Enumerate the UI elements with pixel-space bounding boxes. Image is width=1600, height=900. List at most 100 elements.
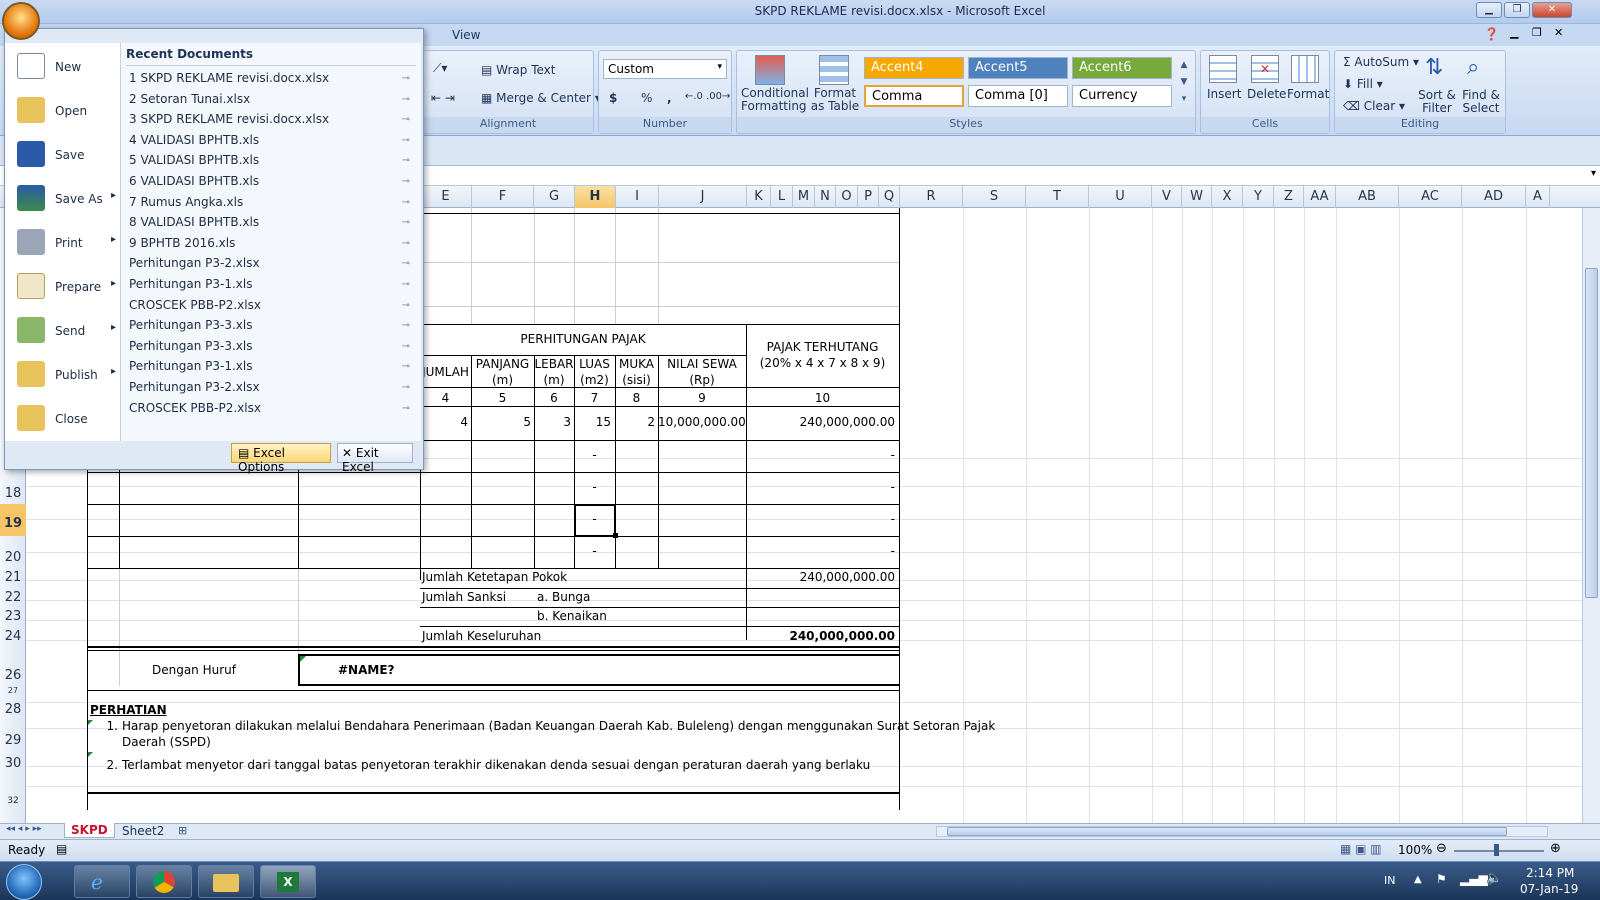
ribbon-close-icon[interactable]: ✕: [1554, 26, 1563, 39]
col-header-o[interactable]: O: [836, 186, 858, 208]
delete-button[interactable]: Delete: [1247, 87, 1286, 101]
pin-icon[interactable]: ⊸: [402, 361, 410, 372]
menu-item-save-as[interactable]: Save As ▸: [11, 179, 121, 219]
pin-icon[interactable]: ⊸: [402, 258, 410, 269]
cell-lebar[interactable]: 3: [534, 415, 571, 429]
horizontal-scrollbar[interactable]: [936, 826, 1548, 837]
recent-document-item[interactable]: Perhitungan P3-3.xls ⊸: [129, 318, 414, 338]
expand-formula-icon[interactable]: ▾: [1591, 168, 1596, 179]
format-as-table-button[interactable]: Format as Table: [807, 87, 863, 113]
taskbar-chrome[interactable]: [136, 865, 192, 898]
pin-icon[interactable]: ⊸: [402, 217, 410, 228]
recent-document-item[interactable]: Perhitungan P3-2.xlsx ⊸: [129, 380, 414, 400]
ribbon-restore-icon[interactable]: ❐: [1532, 26, 1542, 39]
col-header-ab[interactable]: AB: [1336, 186, 1399, 208]
row-header-22[interactable]: 22: [0, 590, 26, 608]
col-header-u[interactable]: U: [1089, 186, 1152, 208]
language-indicator[interactable]: IN: [1384, 874, 1395, 887]
pin-icon[interactable]: ⊸: [402, 279, 410, 290]
style-currency[interactable]: Currency: [1072, 85, 1172, 107]
pin-icon[interactable]: ⊸: [402, 94, 410, 105]
pin-icon[interactable]: ⊸: [402, 155, 410, 166]
taskbar-excel[interactable]: X: [260, 865, 316, 898]
col-header-f[interactable]: F: [472, 186, 534, 208]
cell-luas-dash[interactable]: -: [574, 480, 615, 494]
col-header-ad[interactable]: AD: [1462, 186, 1526, 208]
row-header-28[interactable]: 28: [0, 702, 26, 720]
col-header-h[interactable]: H: [575, 186, 616, 208]
menu-item-publish[interactable]: Publish ▸: [11, 355, 121, 395]
col-header-q[interactable]: Q: [879, 186, 900, 208]
network-icon[interactable]: ▂▄▆: [1460, 872, 1488, 886]
pin-icon[interactable]: ⊸: [402, 114, 410, 125]
excel-options-button[interactable]: ▤ Excel Options: [231, 443, 331, 474]
recent-document-item[interactable]: Perhitungan P3-2.xlsx ⊸: [129, 256, 414, 276]
conditional-formatting-button[interactable]: Conditional Formatting: [741, 87, 809, 113]
minimize-button[interactable]: ▁: [1476, 2, 1502, 18]
clock-time[interactable]: 2:14 PM: [1526, 866, 1574, 880]
col-header-x[interactable]: X: [1212, 186, 1243, 208]
comma-format-button[interactable]: ,: [667, 91, 672, 105]
recent-document-item[interactable]: 4 VALIDASI BPHTB.xls ⊸: [129, 133, 414, 153]
col-header-p[interactable]: P: [858, 186, 879, 208]
merge-center-button[interactable]: ▦ Merge & Center ▾: [481, 91, 601, 105]
cell-pajak-dash[interactable]: -: [746, 448, 895, 462]
jumlah-keseluruhan-value[interactable]: 240,000,000.00: [746, 629, 895, 643]
col-header-l[interactable]: L: [771, 186, 793, 208]
horizontal-scroll-thumb[interactable]: [947, 827, 1507, 836]
row-header-20[interactable]: 20: [0, 550, 26, 568]
pin-icon[interactable]: ⊸: [402, 403, 410, 414]
sort-filter-button[interactable]: Sort & Filter: [1415, 89, 1459, 115]
fill-button[interactable]: ⬇ Fill ▾: [1343, 77, 1383, 91]
col-header-v[interactable]: V: [1152, 186, 1182, 208]
col-header-t[interactable]: T: [1026, 186, 1089, 208]
vertical-scroll-thumb[interactable]: [1585, 268, 1598, 598]
format-button[interactable]: Format: [1287, 87, 1329, 101]
zoom-out-icon[interactable]: ⊖: [1436, 841, 1447, 856]
row-header-18[interactable]: 18: [0, 486, 26, 504]
pin-icon[interactable]: ⊸: [402, 135, 410, 146]
pin-icon[interactable]: ⊸: [402, 382, 410, 393]
indent-icon[interactable]: ⇤ ⇥: [431, 91, 455, 105]
view-layout-icons[interactable]: ▦ ▣ ▥: [1340, 842, 1382, 856]
macro-record-icon[interactable]: ▤: [56, 842, 67, 856]
recent-document-item[interactable]: Perhitungan P3-1.xls ⊸: [129, 359, 414, 379]
col-header-y[interactable]: Y: [1243, 186, 1274, 208]
col-header-aa[interactable]: AA: [1304, 186, 1336, 208]
style-accent6[interactable]: Accent6: [1072, 57, 1172, 79]
zoom-level[interactable]: 100%: [1398, 843, 1432, 857]
col-header-k[interactable]: K: [747, 186, 771, 208]
tab-scroll-icons[interactable]: ◂◂ ◂ ▸ ▸▸: [6, 824, 42, 834]
col-header-e[interactable]: E: [420, 186, 472, 208]
exit-excel-button[interactable]: ✕ Exit Excel: [337, 443, 413, 474]
orientation-icon[interactable]: ⟋▾: [433, 61, 447, 76]
col-header-ae[interactable]: A: [1526, 186, 1550, 208]
cell-muka[interactable]: 2: [615, 415, 655, 429]
sheet-tab-skpd[interactable]: SKPD: [64, 823, 115, 838]
find-select-button[interactable]: Find & Select: [1459, 89, 1503, 115]
vertical-scrollbar[interactable]: [1582, 208, 1600, 823]
number-format-select[interactable]: Custom ▾: [603, 59, 727, 79]
recent-document-item[interactable]: 1 SKPD REKLAME revisi.docx.xlsx ⊸: [129, 71, 414, 91]
recent-document-item[interactable]: CROSCEK PBB-P2.xlsx ⊸: [129, 401, 414, 421]
col-header-r[interactable]: R: [900, 186, 963, 208]
office-button[interactable]: [2, 2, 40, 40]
cell-pajak-dash[interactable]: -: [746, 480, 895, 494]
col-header-m[interactable]: M: [793, 186, 815, 208]
style-accent4[interactable]: Accent4: [864, 57, 964, 79]
recent-document-item[interactable]: 2 Setoran Tunai.xlsx ⊸: [129, 92, 414, 112]
currency-format-button[interactable]: $: [609, 91, 617, 105]
row-header-29[interactable]: 29: [0, 733, 26, 751]
style-comma[interactable]: Comma: [864, 85, 964, 107]
menu-item-close[interactable]: Close: [11, 399, 121, 439]
col-header-z[interactable]: Z: [1274, 186, 1304, 208]
decimal-icons[interactable]: ←.0 .00→: [685, 91, 730, 102]
active-cell-selection[interactable]: [574, 504, 616, 537]
cell-luas[interactable]: 15: [574, 415, 611, 429]
insert-button[interactable]: Insert: [1207, 87, 1241, 101]
col-header-n[interactable]: N: [815, 186, 836, 208]
zoom-slider[interactable]: [1454, 850, 1544, 852]
percent-format-button[interactable]: %: [641, 91, 652, 105]
start-button[interactable]: [6, 864, 42, 900]
help-icon[interactable]: ❓: [1484, 27, 1499, 41]
